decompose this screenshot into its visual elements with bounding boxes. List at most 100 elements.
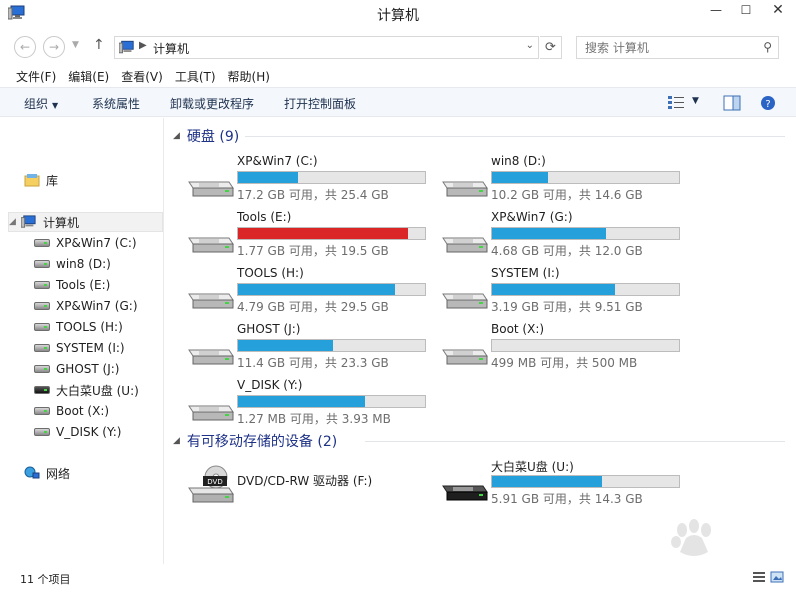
capacity-bar-fill	[492, 172, 549, 183]
drive-tile[interactable]: Boot (X:) 499 MB 可用，共 500 MB	[439, 322, 689, 374]
chevron-right-icon[interactable]: ▶	[139, 40, 147, 51]
nav-label: Boot (X:)	[56, 404, 110, 418]
title-bar: 计算机 — ☐ ✕	[0, 0, 796, 28]
nav-label: Tools (E:)	[56, 278, 111, 292]
drive-tile[interactable]: V_DISK (Y:) 1.27 MB 可用，共 3.93 MB	[185, 378, 435, 430]
nav-item-library[interactable]: 库	[24, 170, 58, 190]
forward-button[interactable]: →	[43, 36, 65, 58]
nav-item-drive[interactable]: SYSTEM (I:)	[34, 338, 125, 358]
chevron-down-icon: ▼	[52, 101, 59, 110]
drive-name: Boot (X:)	[491, 322, 545, 336]
nav-item-drive[interactable]: XP&Win7 (G:)	[34, 296, 138, 316]
arrow-up-icon: ↑	[93, 37, 105, 53]
control-panel-button[interactable]: 打开控制面板	[284, 95, 356, 112]
hard-drive-icon	[34, 281, 50, 289]
capacity-bar-fill	[238, 340, 334, 351]
nav-item-drive[interactable]: XP&Win7 (C:)	[34, 233, 137, 253]
command-bar: 组织 ▼ 系统属性 卸载或更改程序 打开控制面板 ▼ ?	[0, 87, 796, 117]
capacity-bar	[491, 475, 680, 488]
capacity-bar	[491, 227, 680, 240]
capacity-bar-fill	[238, 396, 366, 407]
drive-tile[interactable]: TOOLS (H:) 4.79 GB 可用，共 29.5 GB	[185, 266, 435, 318]
capacity-bar-fill	[492, 284, 616, 295]
refresh-button[interactable]: ⟳	[540, 36, 562, 59]
up-button[interactable]: ↑	[93, 37, 105, 53]
drive-name: GHOST (J:)	[237, 322, 301, 336]
organize-button[interactable]: 组织 ▼	[24, 95, 58, 112]
menu-help[interactable]: 帮助(H)	[222, 66, 276, 86]
search-icon[interactable]: ⚲	[763, 40, 772, 54]
nav-label: GHOST (J:)	[56, 362, 120, 376]
nav-item-drive[interactable]: TOOLS (H:)	[34, 317, 123, 337]
large-icons-view-icon[interactable]	[770, 571, 784, 583]
drive-name: win8 (D:)	[491, 154, 546, 168]
nav-label: V_DISK (Y:)	[56, 425, 122, 439]
nav-label: 计算机	[43, 215, 80, 230]
menu-tools[interactable]: 工具(T)	[169, 66, 222, 86]
nav-item-drive[interactable]: 大白菜U盘 (U:)	[34, 380, 139, 400]
address-bar[interactable]: ▶ 计算机 ⌄	[114, 36, 539, 59]
drive-free-space: 17.2 GB 可用，共 25.4 GB	[237, 188, 389, 202]
change-view-icon[interactable]	[667, 94, 687, 112]
close-button[interactable]: ✕	[760, 0, 796, 20]
capacity-bar	[237, 395, 426, 408]
drive-name: V_DISK (Y:)	[237, 378, 303, 392]
drive-free-space: 1.27 MB 可用，共 3.93 MB	[237, 412, 391, 426]
chevron-down-icon[interactable]: ⌄	[526, 40, 534, 51]
address-row: ← → ▼ ↑ ▶ 计算机 ⌄ ⟳ ⚲	[0, 32, 796, 62]
group-header-hard-drives[interactable]: ◢ 硬盘 (9)	[173, 126, 788, 146]
drive-tile[interactable]: GHOST (J:) 11.4 GB 可用，共 23.3 GB	[185, 322, 435, 374]
uninstall-button[interactable]: 卸载或更改程序	[170, 95, 254, 112]
maximize-button[interactable]: ☐	[733, 0, 759, 20]
nav-item-drive[interactable]: win8 (D:)	[34, 254, 111, 274]
chevron-down-icon[interactable]: ◢	[173, 131, 180, 141]
capacity-bar-fill	[238, 284, 396, 295]
system-properties-button[interactable]: 系统属性	[92, 95, 140, 112]
nav-item-computer[interactable]: ◢ 计算机	[8, 212, 163, 232]
drive-name: XP&Win7 (C:)	[237, 154, 318, 168]
capacity-bar-fill	[492, 476, 603, 487]
nav-item-drive[interactable]: GHOST (J:)	[34, 359, 119, 379]
group-header-removable[interactable]: ◢ 有可移动存储的设备 (2)	[173, 431, 788, 451]
nav-label: 库	[46, 173, 59, 188]
drive-free-space: 1.77 GB 可用，共 19.5 GB	[237, 244, 389, 258]
content-pane: ◢ 硬盘 (9) XP&Win7 (C:) 17.2 GB 可用，共 25.4 G…	[165, 118, 796, 564]
nav-item-network[interactable]: 网络	[24, 463, 70, 483]
hard-drive-icon	[34, 428, 50, 436]
drive-name: Tools (E:)	[237, 210, 292, 224]
search-input[interactable]	[577, 37, 752, 58]
preview-pane-icon[interactable]	[722, 94, 742, 112]
usb-drive-icon	[442, 485, 488, 501]
drive-tile-usb[interactable]: 大白菜U盘 (U:) 5.91 GB 可用，共 14.3 GB	[439, 458, 689, 510]
drive-tile-dvd[interactable]: DVD DVD/CD-RW 驱动器 (F:)	[185, 458, 435, 510]
hard-drive-icon	[442, 237, 488, 253]
menu-view[interactable]: 查看(V)	[115, 66, 169, 86]
nav-item-drive[interactable]: Tools (E:)	[34, 275, 110, 295]
menu-edit[interactable]: 编辑(E)	[62, 66, 115, 86]
capacity-bar-fill	[492, 228, 607, 239]
item-count: 11 个项目	[20, 573, 71, 586]
nav-label: 大白菜U盘 (U:)	[56, 383, 139, 398]
baidu-watermark-logo	[671, 519, 711, 556]
capacity-bar	[491, 339, 680, 352]
nav-item-drive[interactable]: Boot (X:)	[34, 401, 109, 421]
recent-locations-button[interactable]: ▼	[72, 40, 79, 50]
nav-item-drive[interactable]: V_DISK (Y:)	[34, 422, 121, 442]
drive-tile[interactable]: SYSTEM (I:) 3.19 GB 可用，共 9.51 GB	[439, 266, 689, 318]
back-button[interactable]: ←	[14, 36, 36, 58]
svg-text:DVD: DVD	[207, 478, 222, 486]
view-options-dropdown[interactable]: ▼	[692, 96, 704, 114]
chevron-down-icon[interactable]: ◢	[9, 217, 19, 227]
minimize-button[interactable]: —	[703, 0, 729, 20]
drive-tile[interactable]: Tools (E:) 1.77 GB 可用，共 19.5 GB	[185, 210, 435, 262]
drive-tile[interactable]: XP&Win7 (C:) 17.2 GB 可用，共 25.4 GB	[185, 154, 435, 206]
search-box[interactable]: ⚲	[576, 36, 779, 59]
address-path[interactable]: 计算机	[153, 40, 189, 57]
window-title: 计算机	[377, 8, 419, 24]
drive-free-space: 3.19 GB 可用，共 9.51 GB	[491, 300, 643, 314]
menu-file[interactable]: 文件(F)	[10, 66, 62, 86]
chevron-down-icon[interactable]: ◢	[173, 436, 180, 446]
drive-tile[interactable]: win8 (D:) 10.2 GB 可用，共 14.6 GB	[439, 154, 689, 206]
drive-tile[interactable]: XP&Win7 (G:) 4.68 GB 可用，共 12.0 GB	[439, 210, 689, 262]
help-icon[interactable]: ?	[758, 94, 778, 112]
